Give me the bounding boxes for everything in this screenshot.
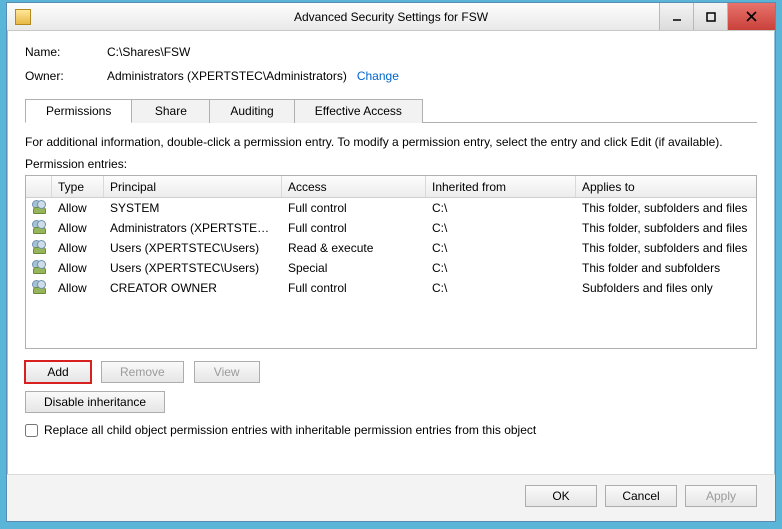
view-button[interactable]: View	[194, 361, 260, 383]
disable-inheritance-button[interactable]: Disable inheritance	[25, 391, 165, 413]
apply-button[interactable]: Apply	[685, 485, 757, 507]
row-applies: Subfolders and files only	[576, 281, 756, 295]
row-inherited: C:\	[426, 281, 576, 295]
row-principal-icon	[26, 280, 52, 296]
row-type: Allow	[52, 221, 104, 235]
table-row[interactable]: AllowAdministrators (XPERTSTEC\...Full c…	[26, 218, 756, 238]
row-access: Full control	[282, 201, 426, 215]
row-principal-icon	[26, 260, 52, 276]
row-applies: This folder and subfolders	[576, 261, 756, 275]
row-access: Special	[282, 261, 426, 275]
ok-button[interactable]: OK	[525, 485, 597, 507]
row-inherited: C:\	[426, 221, 576, 235]
row-principal-icon	[26, 240, 52, 256]
table-row[interactable]: AllowCREATOR OWNERFull controlC:\Subfold…	[26, 278, 756, 298]
row-applies: This folder, subfolders and files	[576, 241, 756, 255]
minimize-button[interactable]	[659, 3, 693, 30]
group-icon	[32, 220, 48, 236]
permission-table: Type Principal Access Inherited from App…	[25, 175, 757, 349]
dialog-footer: OK Cancel Apply	[7, 474, 775, 521]
change-owner-link[interactable]: Change	[357, 69, 399, 83]
row-principal: Users (XPERTSTEC\Users)	[104, 241, 282, 255]
info-text: For additional information, double-click…	[25, 135, 757, 149]
table-row[interactable]: AllowUsers (XPERTSTEC\Users)SpecialC:\Th…	[26, 258, 756, 278]
replace-child-row: Replace all child object permission entr…	[25, 423, 757, 437]
row-inherited: C:\	[426, 261, 576, 275]
row-principal: Administrators (XPERTSTEC\...	[104, 221, 282, 235]
tab-share[interactable]: Share	[132, 99, 210, 123]
remove-button[interactable]: Remove	[101, 361, 184, 383]
table-row[interactable]: AllowUsers (XPERTSTEC\Users)Read & execu…	[26, 238, 756, 258]
name-label: Name:	[25, 45, 107, 59]
titlebar[interactable]: Advanced Security Settings for FSW	[7, 3, 775, 31]
tabs: Permissions Share Auditing Effective Acc…	[25, 99, 757, 123]
content-area: Name: C:\Shares\FSW Owner: Administrator…	[7, 31, 775, 474]
group-icon	[32, 240, 48, 256]
group-icon	[32, 200, 48, 216]
owner-label: Owner:	[25, 69, 107, 83]
owner-row: Owner: Administrators (XPERTSTEC\Adminis…	[25, 69, 757, 83]
advanced-security-window: Advanced Security Settings for FSW Name:…	[6, 2, 776, 522]
row-access: Read & execute	[282, 241, 426, 255]
table-row[interactable]: AllowSYSTEMFull controlC:\This folder, s…	[26, 198, 756, 218]
table-header: Type Principal Access Inherited from App…	[26, 176, 756, 198]
col-icon[interactable]	[26, 176, 52, 197]
cancel-button[interactable]: Cancel	[605, 485, 677, 507]
row-principal-icon	[26, 220, 52, 236]
folder-icon	[15, 9, 31, 25]
row-inherited: C:\	[426, 241, 576, 255]
maximize-button[interactable]	[693, 3, 727, 30]
col-type[interactable]: Type	[52, 176, 104, 197]
row-principal: Users (XPERTSTEC\Users)	[104, 261, 282, 275]
replace-child-checkbox[interactable]	[25, 424, 38, 437]
row-principal: CREATOR OWNER	[104, 281, 282, 295]
owner-value: Administrators (XPERTSTEC\Administrators…	[107, 69, 347, 83]
tab-effective-access[interactable]: Effective Access	[295, 99, 423, 123]
close-button[interactable]	[727, 3, 775, 30]
replace-child-label: Replace all child object permission entr…	[44, 423, 536, 437]
name-row: Name: C:\Shares\FSW	[25, 45, 757, 59]
tab-permissions[interactable]: Permissions	[25, 99, 132, 123]
row-type: Allow	[52, 241, 104, 255]
col-inherited[interactable]: Inherited from	[426, 176, 576, 197]
row-applies: This folder, subfolders and files	[576, 201, 756, 215]
table-body: AllowSYSTEMFull controlC:\This folder, s…	[26, 198, 756, 298]
row-access: Full control	[282, 221, 426, 235]
row-principal: SYSTEM	[104, 201, 282, 215]
col-access[interactable]: Access	[282, 176, 426, 197]
row-principal-icon	[26, 200, 52, 216]
group-icon	[32, 280, 48, 296]
tab-auditing[interactable]: Auditing	[210, 99, 294, 123]
window-controls	[659, 3, 775, 30]
row-inherited: C:\	[426, 201, 576, 215]
inheritance-row: Disable inheritance	[25, 391, 757, 413]
col-applies[interactable]: Applies to	[576, 176, 756, 197]
row-access: Full control	[282, 281, 426, 295]
row-type: Allow	[52, 281, 104, 295]
row-buttons: Add Remove View	[25, 361, 757, 383]
add-button[interactable]: Add	[25, 361, 91, 383]
row-type: Allow	[52, 201, 104, 215]
permission-entries-label: Permission entries:	[25, 157, 757, 171]
col-principal[interactable]: Principal	[104, 176, 282, 197]
row-type: Allow	[52, 261, 104, 275]
group-icon	[32, 260, 48, 276]
name-value: C:\Shares\FSW	[107, 45, 190, 59]
row-applies: This folder, subfolders and files	[576, 221, 756, 235]
